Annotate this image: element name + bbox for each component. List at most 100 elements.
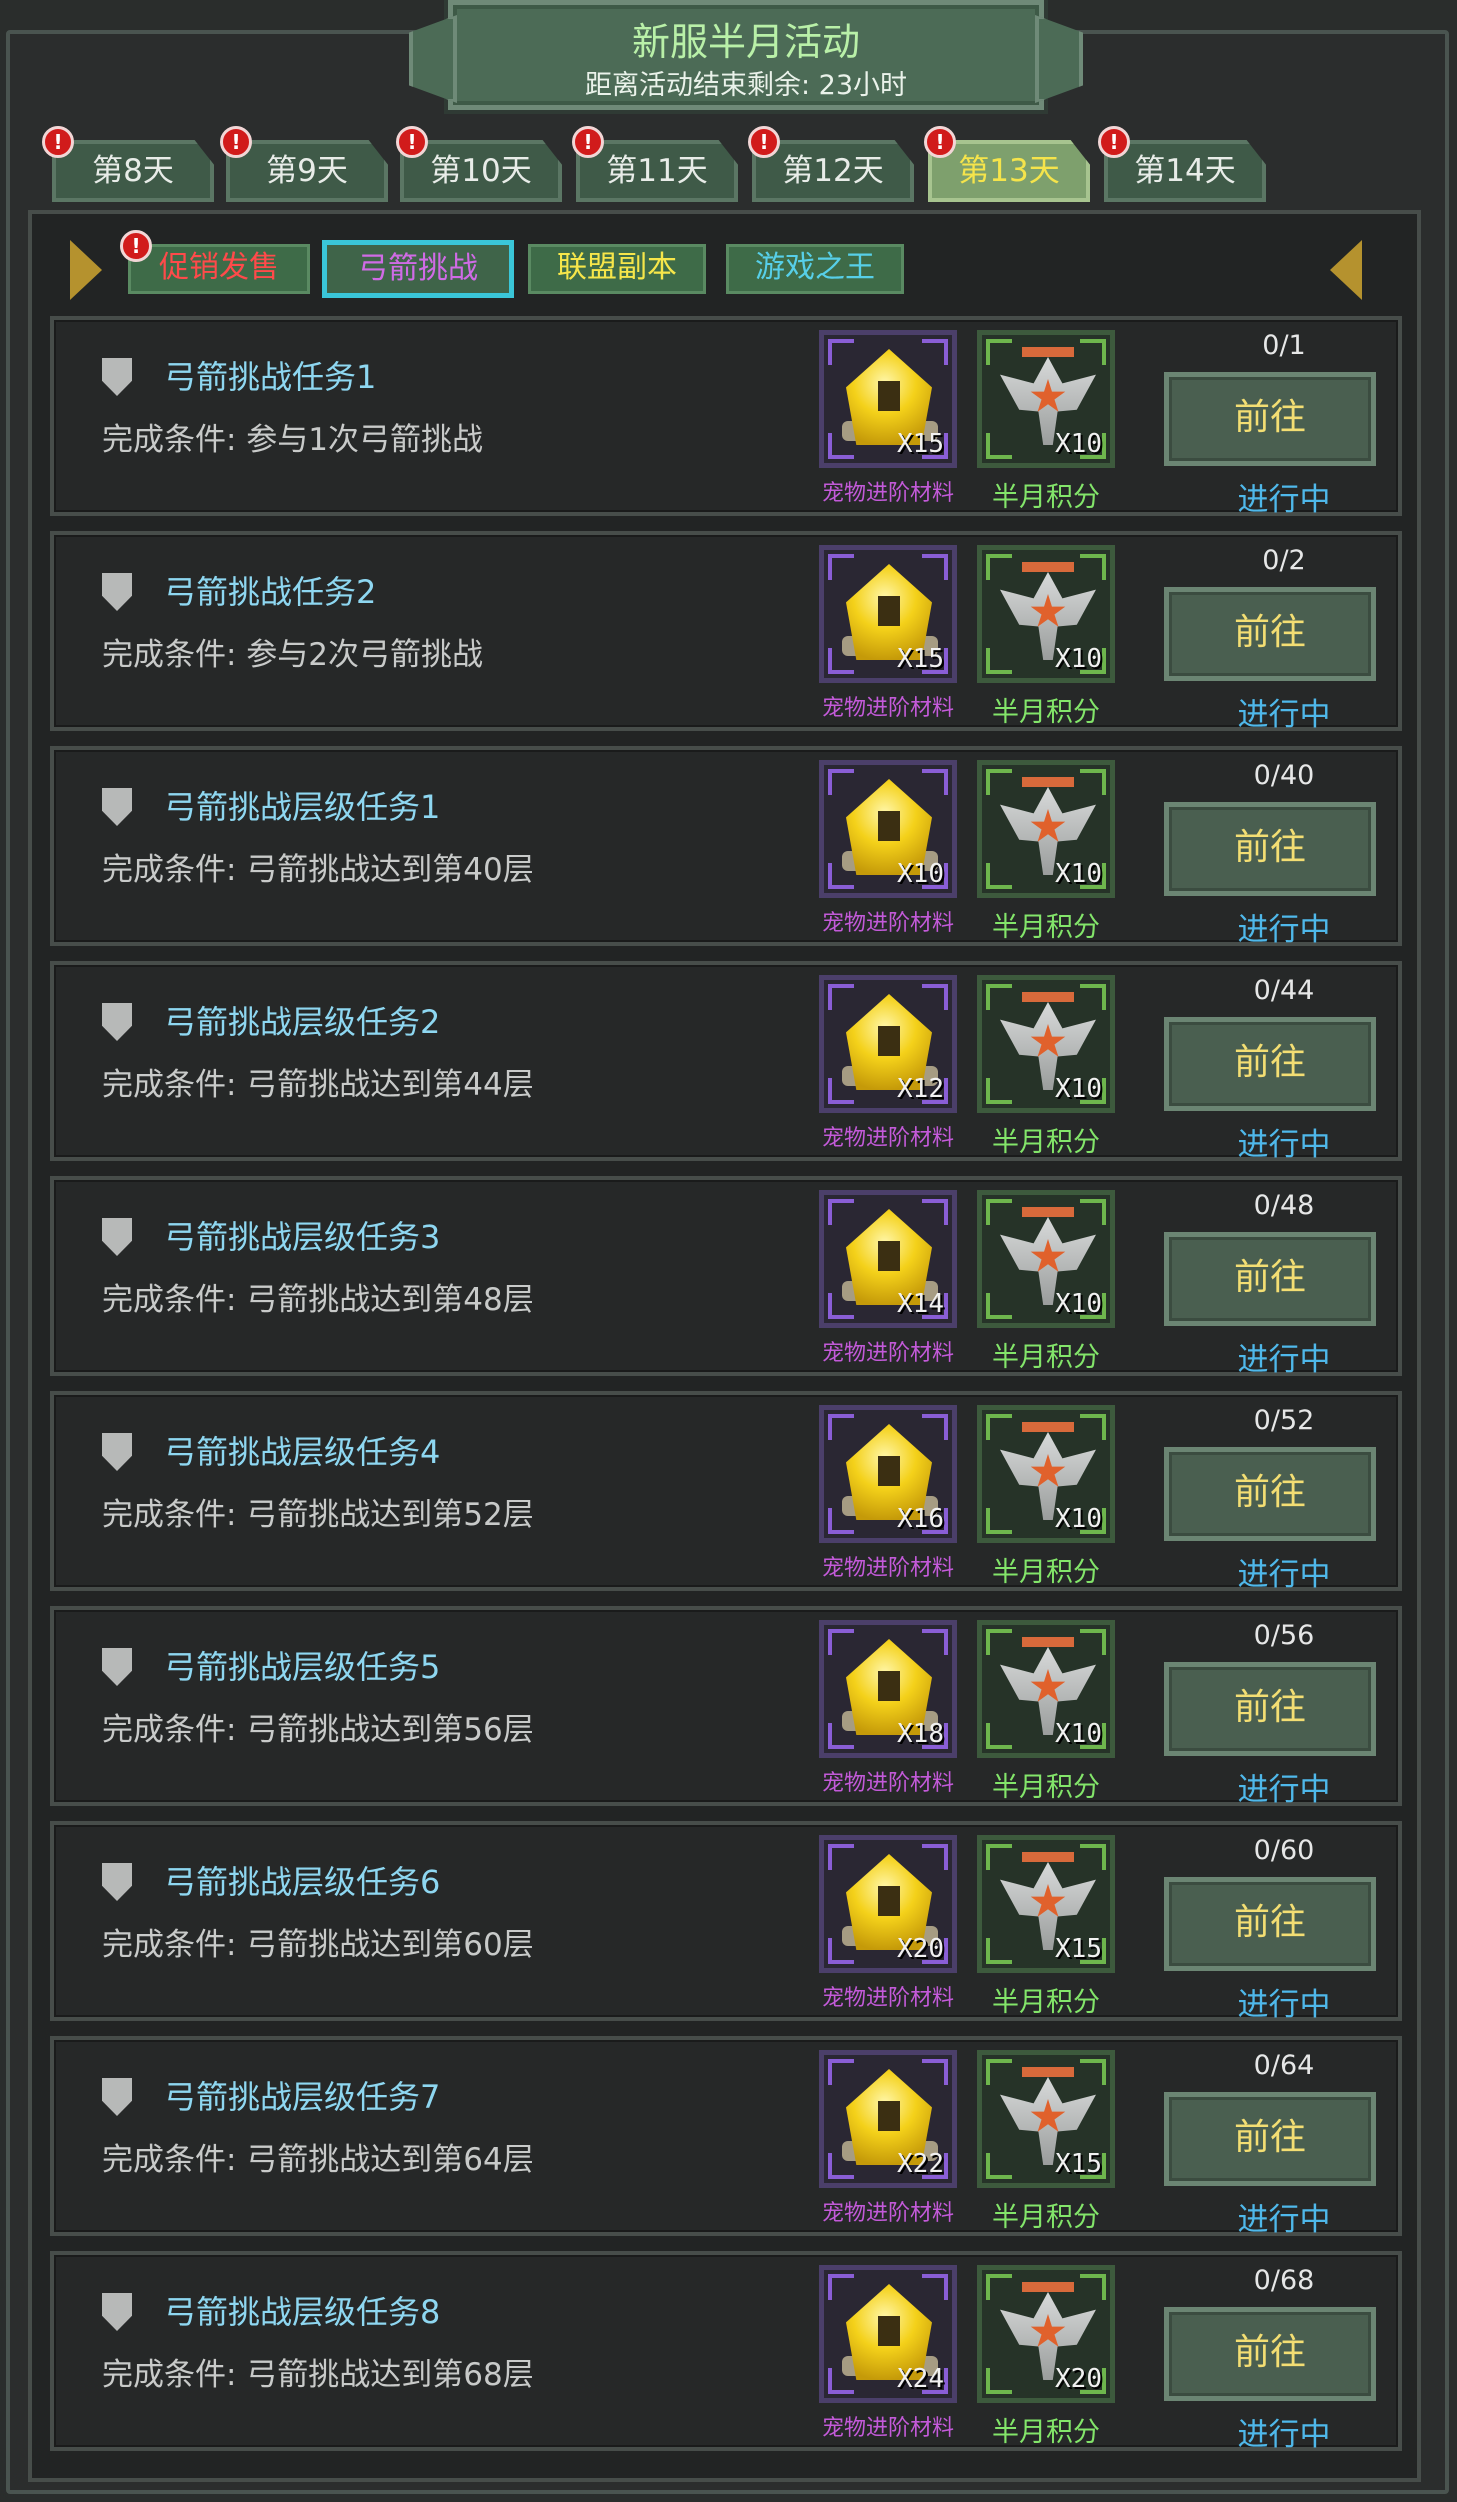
task-status: 进行中 <box>1237 1772 1331 1808</box>
task-card: 弓箭挑战层级任务2 完成条件: 弓箭挑战达到第44层 X12 宠物进阶材料 X1… <box>50 961 1402 1163</box>
reward-quantity: X10 <box>1055 1504 1102 1534</box>
task-name: 弓箭挑战层级任务5 <box>164 1648 441 1686</box>
reward-slot-pet-material[interactable]: X16 <box>819 1405 957 1543</box>
shield-icon <box>102 358 132 396</box>
arrow-right-icon[interactable] <box>1330 240 1362 300</box>
subtab-archery-challenge[interactable]: 弓箭挑战 <box>322 240 514 298</box>
reward-label-halfmonth-points: 半月积分 <box>992 1987 1100 2018</box>
task-card: 弓箭挑战任务1 完成条件: 参与1次弓箭挑战 X15 宠物进阶材料 X10 半月… <box>50 316 1402 518</box>
task-status: 进行中 <box>1237 482 1331 518</box>
reward-slot-pet-material[interactable]: X22 <box>819 2050 957 2188</box>
reward-slot-halfmonth-points[interactable]: X10 <box>977 1620 1115 1758</box>
task-name: 弓箭挑战层级任务6 <box>164 1863 441 1901</box>
task-condition: 完成条件: 弓箭挑战达到第44层 <box>102 1067 534 1103</box>
reward-slot-pet-material[interactable]: X15 <box>819 545 957 683</box>
go-button[interactable]: 前往 <box>1164 1662 1376 1756</box>
reward-label-halfmonth-points: 半月积分 <box>992 912 1100 943</box>
go-button[interactable]: 前往 <box>1164 1232 1376 1326</box>
reward-quantity: X14 <box>897 1289 944 1319</box>
reward-label-halfmonth-points: 半月积分 <box>992 482 1100 513</box>
task-progress: 0/40 <box>1253 760 1315 791</box>
go-button[interactable]: 前往 <box>1164 2092 1376 2186</box>
tab-label: 第12天 <box>782 153 884 189</box>
tab-label: 第9天 <box>266 153 348 189</box>
reward-label-pet-material: 宠物进阶材料 <box>821 911 954 936</box>
tab-day-8[interactable]: 第8天 <box>52 140 214 202</box>
task-progress: 0/2 <box>1262 545 1306 576</box>
subtab-promo-sale[interactable]: 促销发售 <box>128 244 310 294</box>
reward-label-pet-material: 宠物进阶材料 <box>821 2416 954 2441</box>
reward-slot-halfmonth-points[interactable]: X10 <box>977 1405 1115 1543</box>
task-name: 弓箭挑战层级任务4 <box>164 1433 441 1471</box>
go-button[interactable]: 前往 <box>1164 372 1376 466</box>
reward-quantity: X24 <box>897 2364 944 2394</box>
reward-slot-pet-material[interactable]: X24 <box>819 2265 957 2403</box>
reward-quantity: X10 <box>1055 644 1102 674</box>
reward-quantity: X20 <box>1055 2364 1102 2394</box>
subtab-game-king[interactable]: 游戏之王 <box>726 244 904 294</box>
reward-slot-halfmonth-points[interactable]: X10 <box>977 545 1115 683</box>
tab-day-9[interactable]: 第9天 <box>226 140 388 202</box>
reward-quantity: X10 <box>1055 1719 1102 1749</box>
reward-slot-pet-material[interactable]: X20 <box>819 1835 957 1973</box>
subtab-label: 弓箭挑战 <box>358 251 478 286</box>
reward-slot-pet-material[interactable]: X12 <box>819 975 957 1113</box>
task-card: 弓箭挑战层级任务5 完成条件: 弓箭挑战达到第56层 X18 宠物进阶材料 X1… <box>50 1606 1402 1808</box>
tab-day-14[interactable]: 第14天 <box>1104 140 1266 202</box>
task-status: 进行中 <box>1237 2202 1331 2238</box>
subtab-label: 促销发售 <box>159 250 279 285</box>
task-condition: 完成条件: 弓箭挑战达到第60层 <box>102 1927 534 1963</box>
reward-quantity: X20 <box>897 1934 944 1964</box>
reward-slot-halfmonth-points[interactable]: X10 <box>977 975 1115 1113</box>
task-progress: 0/44 <box>1253 975 1315 1006</box>
shield-icon <box>102 573 132 611</box>
shield-icon <box>102 1863 132 1901</box>
task-status: 进行中 <box>1237 1127 1331 1163</box>
reward-slot-halfmonth-points[interactable]: X10 <box>977 1190 1115 1328</box>
shield-icon <box>102 1648 132 1686</box>
reward-slot-halfmonth-points[interactable]: X20 <box>977 2265 1115 2403</box>
reward-label-pet-material: 宠物进阶材料 <box>821 2201 954 2226</box>
reward-quantity: X22 <box>897 2149 944 2179</box>
task-name: 弓箭挑战层级任务7 <box>164 2078 441 2116</box>
subtab-alliance-dungeon[interactable]: 联盟副本 <box>528 244 706 294</box>
reward-label-halfmonth-points: 半月积分 <box>992 1772 1100 1803</box>
task-card: 弓箭挑战任务2 完成条件: 参与2次弓箭挑战 X15 宠物进阶材料 X10 半月… <box>50 531 1402 733</box>
reward-slot-pet-material[interactable]: X18 <box>819 1620 957 1758</box>
reward-slot-pet-material[interactable]: X15 <box>819 330 957 468</box>
task-condition: 完成条件: 弓箭挑战达到第64层 <box>102 2142 534 2178</box>
go-button[interactable]: 前往 <box>1164 587 1376 681</box>
reward-slot-halfmonth-points[interactable]: X15 <box>977 1835 1115 1973</box>
tab-label: 第13天 <box>958 153 1060 189</box>
reward-slot-halfmonth-points[interactable]: X10 <box>977 760 1115 898</box>
task-status: 进行中 <box>1237 1557 1331 1593</box>
task-progress: 0/56 <box>1253 1620 1315 1651</box>
reward-label-pet-material: 宠物进阶材料 <box>821 481 954 506</box>
task-status: 进行中 <box>1237 2417 1331 2453</box>
shield-icon <box>102 2078 132 2116</box>
task-progress: 0/64 <box>1253 2050 1315 2081</box>
reward-quantity: X10 <box>1055 429 1102 459</box>
arrow-left-icon[interactable] <box>70 240 102 300</box>
go-button[interactable]: 前往 <box>1164 2307 1376 2401</box>
game-window: 新服半月活动 距离活动结束剩余: 23小时 第8天 ! 第9天 ! 第10天 !… <box>0 0 1457 2502</box>
go-button[interactable]: 前往 <box>1164 802 1376 896</box>
task-card: 弓箭挑战层级任务1 完成条件: 弓箭挑战达到第40层 X10 宠物进阶材料 X1… <box>50 746 1402 948</box>
reward-slot-halfmonth-points[interactable]: X15 <box>977 2050 1115 2188</box>
task-condition: 完成条件: 弓箭挑战达到第40层 <box>102 852 534 888</box>
go-button[interactable]: 前往 <box>1164 1447 1376 1541</box>
reward-label-halfmonth-points: 半月积分 <box>992 1342 1100 1373</box>
task-progress: 0/60 <box>1253 1835 1315 1866</box>
reward-label-pet-material: 宠物进阶材料 <box>821 1556 954 1581</box>
reward-slot-halfmonth-points[interactable]: X10 <box>977 330 1115 468</box>
task-condition: 完成条件: 弓箭挑战达到第68层 <box>102 2357 534 2393</box>
go-button[interactable]: 前往 <box>1164 1877 1376 1971</box>
reward-quantity: X10 <box>1055 1074 1102 1104</box>
reward-slot-pet-material[interactable]: X10 <box>819 760 957 898</box>
task-name: 弓箭挑战层级任务3 <box>164 1218 441 1256</box>
reward-quantity: X15 <box>1055 2149 1102 2179</box>
go-button[interactable]: 前往 <box>1164 1017 1376 1111</box>
shield-icon <box>102 1003 132 1041</box>
reward-label-pet-material: 宠物进阶材料 <box>821 1986 954 2011</box>
reward-slot-pet-material[interactable]: X14 <box>819 1190 957 1328</box>
